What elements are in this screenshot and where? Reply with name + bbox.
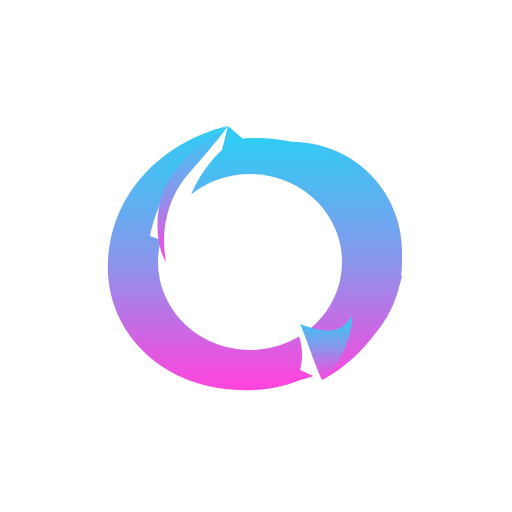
- app-icon-canvas: [0, 0, 512, 512]
- swirl-ring-logo-icon: [107, 126, 402, 391]
